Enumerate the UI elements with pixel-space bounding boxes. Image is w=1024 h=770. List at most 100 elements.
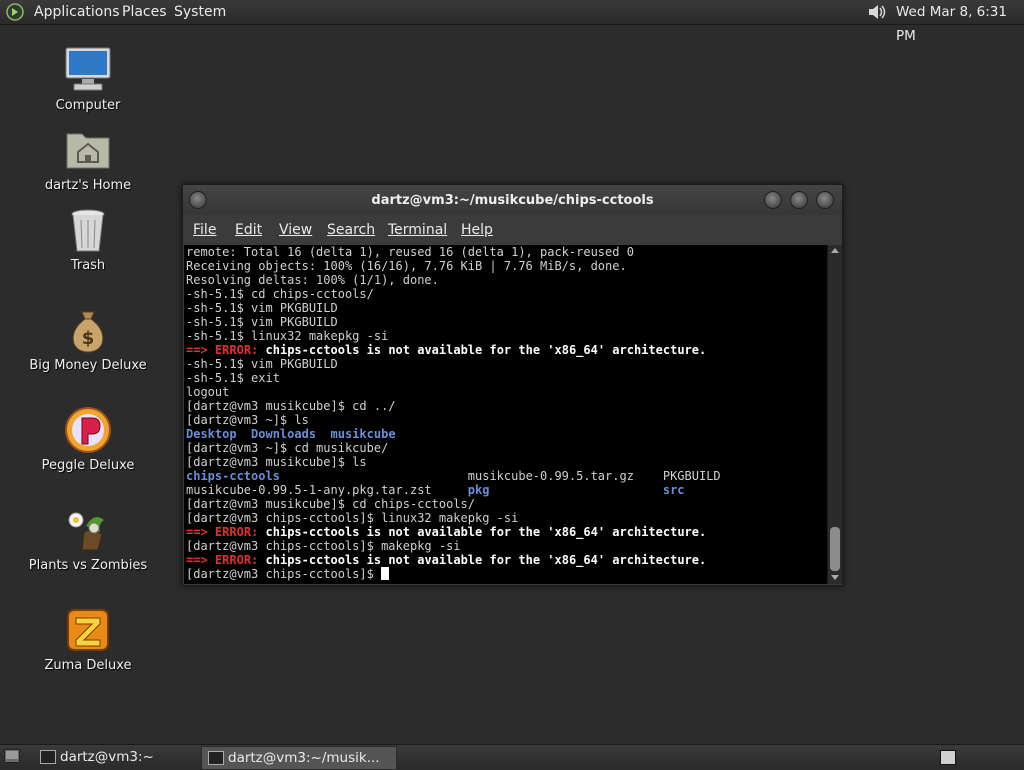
bottom-panel: dartz@vm3:~ dartz@vm3:~/musik...	[0, 744, 1024, 770]
taskbar-item-label: dartz@vm3:~/musik...	[228, 750, 380, 766]
menu-edit[interactable]: Edit	[235, 215, 262, 245]
menu-search-label: Search	[327, 222, 376, 238]
minimize-button[interactable]	[764, 191, 782, 209]
peggle-icon	[65, 407, 111, 453]
terminal-text: -sh-5.1$ cd chips-cctools/	[186, 287, 374, 301]
terminal-text: -sh-5.1$ vim PKGBUILD	[186, 357, 338, 371]
desktop-icon-home[interactable]: dartz's Home	[18, 126, 158, 198]
directory-name: src	[662, 483, 685, 497]
close-button[interactable]	[816, 191, 834, 209]
terminal-line: ==> ERROR: chips-cctools is not availabl…	[186, 343, 721, 357]
taskbar-item[interactable]: dartz@vm3:~	[34, 746, 210, 768]
menu-file[interactable]: File	[193, 215, 216, 245]
terminal-line: remote: Total 16 (delta 1), reused 16 (d…	[186, 245, 721, 259]
system-menu[interactable]: System	[174, 0, 226, 24]
terminal-text: [dartz@vm3 musikcube]$ ls	[186, 455, 367, 469]
file-name: PKGBUILD	[662, 469, 721, 483]
error-message: chips-cctools is not available for the '…	[265, 553, 707, 567]
menu-view-label: View	[279, 222, 313, 238]
menu-edit-label: Edit	[235, 222, 263, 238]
menu-terminal-label: Terminal	[388, 222, 448, 238]
terminal-line: [dartz@vm3 ~]$ cd musikcube/	[186, 441, 721, 455]
menu-help-label: Help	[461, 222, 493, 238]
terminal-text: -sh-5.1$ linux32 makepkg -si	[186, 329, 389, 343]
error-label: ERROR:	[214, 553, 259, 567]
clock[interactable]: Wed Mar 8, 6:31 PM	[896, 0, 1024, 44]
terminal-text: logout	[186, 385, 230, 399]
desktop-icon-peggle[interactable]: Peggle Deluxe	[18, 406, 158, 478]
terminal-text: Receiving objects: 100% (16/16), 7.76 Ki…	[186, 259, 627, 273]
terminal-icon	[208, 751, 224, 765]
terminal-line: -sh-5.1$ linux32 makepkg -si	[186, 329, 721, 343]
terminal-window[interactable]: dartz@vm3:~/musikcube/chips-cctools File…	[182, 184, 843, 586]
places-menu[interactable]: Places	[122, 0, 167, 24]
applications-menu[interactable]: Applications	[34, 0, 120, 24]
top-panel: Applications Places System Wed Mar 8, 6:…	[0, 0, 1024, 44]
desktop-icon-computer[interactable]: Computer	[18, 46, 158, 118]
terminal-cursor	[381, 567, 390, 580]
gnome-foot-icon[interactable]	[6, 3, 24, 21]
plants-vs-zombies-icon	[68, 512, 104, 551]
error-arrow: ==>	[186, 553, 208, 567]
terminal-line: [dartz@vm3 musikcube]$ ls	[186, 455, 721, 469]
error-arrow: ==>	[186, 343, 208, 357]
menu-file-label: File	[193, 222, 217, 238]
scrollbar-thumb[interactable]	[830, 527, 840, 571]
desktop-icon-label: Computer	[55, 98, 121, 113]
terminal-line: [dartz@vm3 musikcube]$ cd chips-cctools/	[186, 497, 721, 511]
terminal-line: Receiving objects: 100% (16/16), 7.76 Ki…	[186, 259, 721, 273]
directory-name: pkg	[467, 483, 490, 497]
scroll-up-arrow-icon[interactable]	[831, 248, 839, 253]
terminal-text: [dartz@vm3 musikcube]$ cd chips-cctools/	[186, 497, 475, 511]
terminal-scrollbar[interactable]	[827, 245, 842, 584]
terminal-line: [dartz@vm3 ~]$ ls	[186, 413, 721, 427]
workspace-switcher[interactable]	[940, 750, 956, 765]
menu-search[interactable]: Search	[327, 215, 375, 245]
terminal-text: -sh-5.1$ vim PKGBUILD	[186, 301, 338, 315]
terminal-lines: remote: Total 16 (delta 1), reused 16 (d…	[186, 245, 721, 581]
terminal-text: [dartz@vm3 ~]$ cd musikcube/	[186, 441, 389, 455]
taskbar-item-active[interactable]: dartz@vm3:~/musik...	[201, 746, 397, 770]
desktop-icon-trash[interactable]: Trash	[18, 206, 158, 278]
terminal-line: -sh-5.1$ vim PKGBUILD	[186, 301, 721, 315]
maximize-button[interactable]	[790, 191, 808, 209]
volume-icon[interactable]	[866, 2, 888, 22]
error-label: ERROR:	[214, 343, 259, 357]
directory-name: Desktop	[186, 427, 237, 441]
home-folder-icon	[66, 133, 110, 169]
scroll-down-arrow-icon[interactable]	[831, 575, 839, 580]
computer-icon	[65, 47, 111, 91]
desktop-icon-plants-vs-zombies[interactable]: Plants vs Zombies	[18, 506, 158, 578]
menu-terminal[interactable]: Terminal	[388, 215, 447, 245]
money-bag-icon: $	[72, 311, 104, 353]
terminal-line: -sh-5.1$ exit	[186, 371, 721, 385]
desktop-icon-label: Big Money Deluxe	[29, 358, 147, 373]
terminal-output[interactable]: remote: Total 16 (delta 1), reused 16 (d…	[184, 245, 827, 584]
directory-name: chips-cctools	[186, 469, 280, 483]
svg-text:$: $	[82, 328, 95, 349]
terminal-line: ==> ERROR: chips-cctools is not availabl…	[186, 525, 721, 539]
desktop-icon-label: Trash	[70, 258, 106, 273]
terminal-menubar: File Edit View Search Terminal Help	[183, 215, 842, 245]
terminal-text: [dartz@vm3 chips-cctools]$ linux32 makep…	[186, 511, 519, 525]
show-desktop-icon[interactable]	[4, 749, 20, 763]
terminal-text: remote: Total 16 (delta 1), reused 16 (d…	[186, 245, 634, 259]
desktop-icon-zuma[interactable]: Zuma Deluxe	[18, 606, 158, 678]
terminal-line: -sh-5.1$ vim PKGBUILD	[186, 315, 721, 329]
menu-view[interactable]: View	[279, 215, 312, 245]
file-name: musikcube-0.99.5.tar.gz	[467, 469, 634, 483]
desktop-icon-label: Plants vs Zombies	[28, 558, 148, 573]
terminal-line: -sh-5.1$ cd chips-cctools/	[186, 287, 721, 301]
menu-help[interactable]: Help	[461, 215, 493, 245]
terminal-text: -sh-5.1$ exit	[186, 371, 280, 385]
terminal-text: -sh-5.1$ vim PKGBUILD	[186, 315, 338, 329]
window-titlebar[interactable]: dartz@vm3:~/musikcube/chips-cctools	[183, 185, 842, 215]
window-title: dartz@vm3:~/musikcube/chips-cctools	[371, 193, 654, 208]
desktop-icon-big-money[interactable]: $ Big Money Deluxe	[18, 306, 158, 378]
terminal-text: Resolving deltas: 100% (1/1), done.	[186, 273, 439, 287]
desktop-icon-label: dartz's Home	[44, 178, 132, 193]
directory-name: musikcube	[330, 427, 396, 441]
error-message: chips-cctools is not available for the '…	[265, 525, 707, 539]
desktop-icon-label: Zuma Deluxe	[44, 658, 132, 673]
terminal-line: chips-cctools musikcube-0.99.5.tar.gz PK…	[186, 469, 721, 483]
